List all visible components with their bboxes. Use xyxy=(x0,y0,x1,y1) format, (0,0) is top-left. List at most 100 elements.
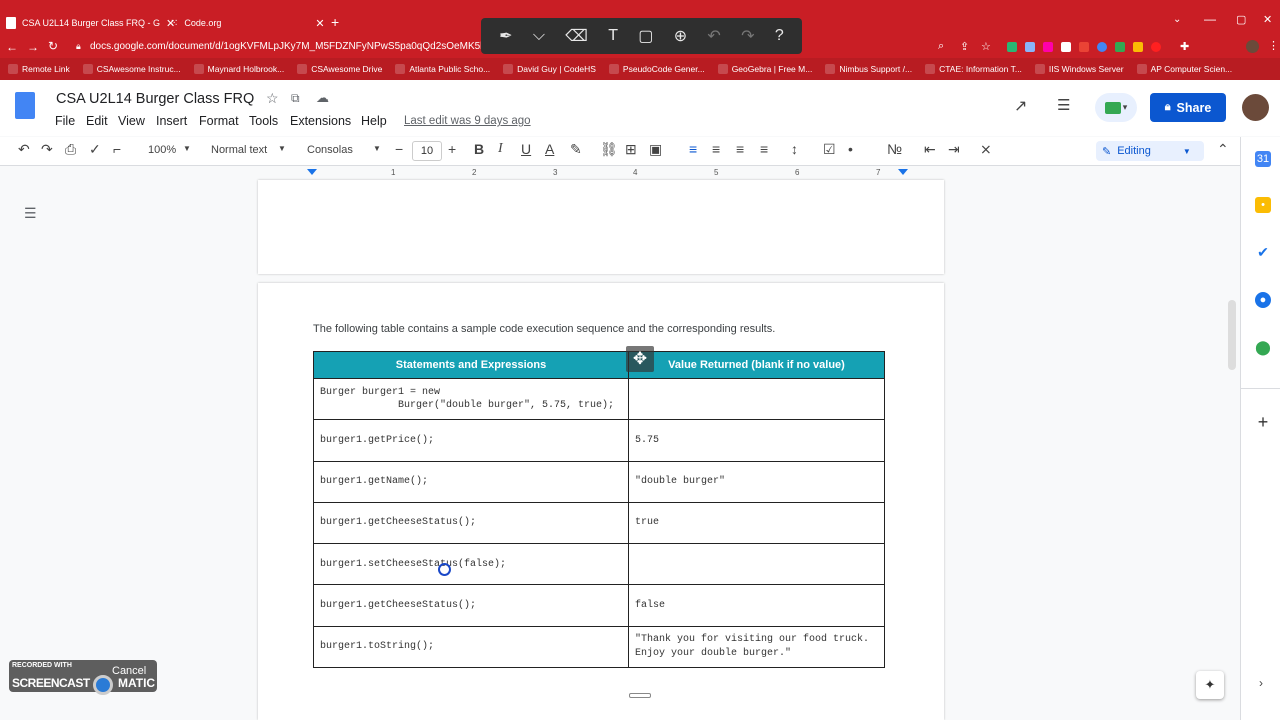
extension-icon[interactable] xyxy=(1007,42,1017,52)
style-select[interactable]: Normal text xyxy=(211,144,267,156)
align-left-icon[interactable]: ≡ xyxy=(689,141,697,157)
help-icon[interactable]: ? xyxy=(775,27,784,45)
value-cell[interactable]: "Thank you for visiting our food truck. … xyxy=(628,625,885,669)
numbered-list-icon[interactable]: № xyxy=(887,141,902,157)
value-cell[interactable]: true xyxy=(628,501,885,545)
reload-icon[interactable]: ↻ xyxy=(48,39,58,53)
value-cell[interactable] xyxy=(628,543,885,586)
insert-image-icon[interactable]: ▣ xyxy=(649,141,662,158)
outline-icon[interactable]: ☰ xyxy=(24,205,37,222)
star-icon[interactable]: ☆ xyxy=(981,40,991,53)
menu-file[interactable]: File xyxy=(55,114,75,128)
tab-docs[interactable]: CSA U2L14 Burger Class FRQ - G ✕ xyxy=(6,14,175,32)
maps-icon[interactable]: ⬤ xyxy=(1255,339,1271,355)
share-button[interactable]: 🔒︎ Share xyxy=(1150,93,1226,122)
increase-indent-icon[interactable]: ⇥ xyxy=(948,141,960,158)
bookmark[interactable]: AP Computer Scien... xyxy=(1136,64,1232,74)
value-cell[interactable]: 5.75 xyxy=(628,419,885,462)
bookmark[interactable]: Atlanta Public Scho... xyxy=(395,64,490,74)
text-tool-icon[interactable]: T xyxy=(608,27,618,45)
line-spacing-icon[interactable]: ↕ xyxy=(791,141,798,157)
checklist-icon[interactable]: ☑ xyxy=(823,141,836,158)
extension-icon[interactable] xyxy=(1025,42,1035,52)
star-icon[interactable]: ☆ xyxy=(266,90,279,107)
menu-extensions[interactable]: Extensions xyxy=(290,114,351,128)
meet-button[interactable]: ▾ xyxy=(1095,93,1137,122)
menu-help[interactable]: Help xyxy=(361,114,387,128)
bulleted-list-icon[interactable]: • xyxy=(848,141,853,157)
chevron-up-icon[interactable]: ⌃ xyxy=(1217,141,1229,158)
extension-icon[interactable] xyxy=(1115,42,1125,52)
align-center-icon[interactable]: ≡ xyxy=(712,141,720,157)
minimize-icon[interactable]: — xyxy=(1204,12,1216,26)
bookmark[interactable]: Remote Link xyxy=(8,64,70,74)
increase-font-icon[interactable]: + xyxy=(448,141,456,157)
statement-cell[interactable]: burger1.getName(); xyxy=(313,460,629,503)
add-addon-icon[interactable]: + xyxy=(1255,412,1271,432)
tab-codeorg[interactable]: ⁙ Code.org ✕ xyxy=(170,14,325,32)
value-cell[interactable]: "double burger" xyxy=(628,460,885,503)
left-indent-marker[interactable] xyxy=(307,169,317,175)
page-resize-handle[interactable] xyxy=(629,693,651,698)
document-title[interactable]: CSA U2L14 Burger Class FRQ xyxy=(56,91,254,107)
menu-edit[interactable]: Edit xyxy=(86,114,108,128)
intro-paragraph[interactable]: The following table contains a sample co… xyxy=(313,323,775,335)
menu-tools[interactable]: Tools xyxy=(249,114,278,128)
extension-icon[interactable] xyxy=(1079,42,1089,52)
link-icon[interactable]: ⛓ xyxy=(600,141,618,158)
results-table[interactable]: Statements and Expressions Value Returne… xyxy=(313,351,885,669)
redo-icon[interactable]: ↷ xyxy=(41,141,53,158)
right-indent-marker[interactable] xyxy=(898,169,908,175)
url-field[interactable]: docs.google.com/document/d/1ogKVFMLpJKy7… xyxy=(90,41,505,52)
cancel-recording-button[interactable]: Cancel xyxy=(112,665,146,677)
docs-logo-icon[interactable] xyxy=(15,92,35,119)
bookmark[interactable]: Nimbus Support /... xyxy=(825,64,912,74)
extension-icon[interactable] xyxy=(1097,42,1107,52)
menu-insert[interactable]: Insert xyxy=(156,114,187,128)
explore-button[interactable]: ✦ xyxy=(1196,671,1224,699)
new-tab-icon[interactable]: + xyxy=(331,14,339,30)
menu-format[interactable]: Format xyxy=(199,114,239,128)
more-icon[interactable]: ⋮ xyxy=(1268,39,1279,52)
decrease-indent-icon[interactable]: ⇤ xyxy=(924,141,936,158)
clear-formatting-icon[interactable]: ⨯ xyxy=(980,141,992,158)
spellcheck-icon[interactable]: ✓ xyxy=(89,141,101,158)
menu-view[interactable]: View xyxy=(118,114,145,128)
decrease-font-icon[interactable]: − xyxy=(395,141,403,157)
close-window-icon[interactable]: ✕ xyxy=(1263,13,1272,26)
paint-format-icon[interactable]: ⌐ xyxy=(113,141,121,157)
comment-history-icon[interactable]: ☰ xyxy=(1057,96,1070,114)
ruler[interactable] xyxy=(0,166,1240,180)
contacts-icon[interactable]: ● xyxy=(1255,292,1271,308)
rectangle-icon[interactable]: ▢ xyxy=(638,26,653,46)
underline-icon[interactable]: U xyxy=(521,141,531,157)
keep-icon[interactable]: • xyxy=(1255,197,1271,213)
statement-cell[interactable]: burger1.setCheeseStatus(false); xyxy=(313,543,629,586)
print-icon[interactable]: ⎙ xyxy=(65,141,76,158)
move-table-icon[interactable]: ✥ xyxy=(626,346,654,372)
close-icon[interactable]: ✕ xyxy=(315,17,324,30)
extension-icon[interactable] xyxy=(1133,42,1143,52)
bookmark[interactable]: CTAE: Information T... xyxy=(925,64,1022,74)
bold-icon[interactable]: B xyxy=(474,141,484,157)
scrollbar-thumb[interactable] xyxy=(1228,300,1236,370)
undo-icon[interactable]: ↶ xyxy=(18,141,30,158)
forward-icon[interactable]: → xyxy=(27,40,39,54)
chevron-right-icon[interactable]: › xyxy=(1259,676,1263,690)
move-folder-icon[interactable]: ⧉ xyxy=(291,91,300,106)
zoom-select[interactable]: 100% xyxy=(148,144,176,156)
highlighter-icon[interactable]: ⌵ xyxy=(533,27,545,45)
font-select[interactable]: Consolas xyxy=(307,144,353,156)
avatar[interactable] xyxy=(1242,94,1269,121)
profile-icon[interactable] xyxy=(1246,40,1259,53)
text-color-icon[interactable]: A xyxy=(545,141,554,157)
zoom-icon[interactable]: ⌕ xyxy=(938,40,944,53)
align-right-icon[interactable]: ≡ xyxy=(736,141,744,157)
cloud-status-icon[interactable]: ☁ xyxy=(316,90,329,106)
value-cell[interactable]: false xyxy=(628,584,885,627)
justify-icon[interactable]: ≡ xyxy=(760,141,768,157)
bookmark[interactable]: GeoGebra | Free M... xyxy=(717,64,812,74)
last-edit-link[interactable]: Last edit was 9 days ago xyxy=(404,115,531,127)
puzzle-icon[interactable]: ✚ xyxy=(1180,40,1189,53)
statement-cell[interactable]: burger1.getCheeseStatus(); xyxy=(313,584,629,627)
